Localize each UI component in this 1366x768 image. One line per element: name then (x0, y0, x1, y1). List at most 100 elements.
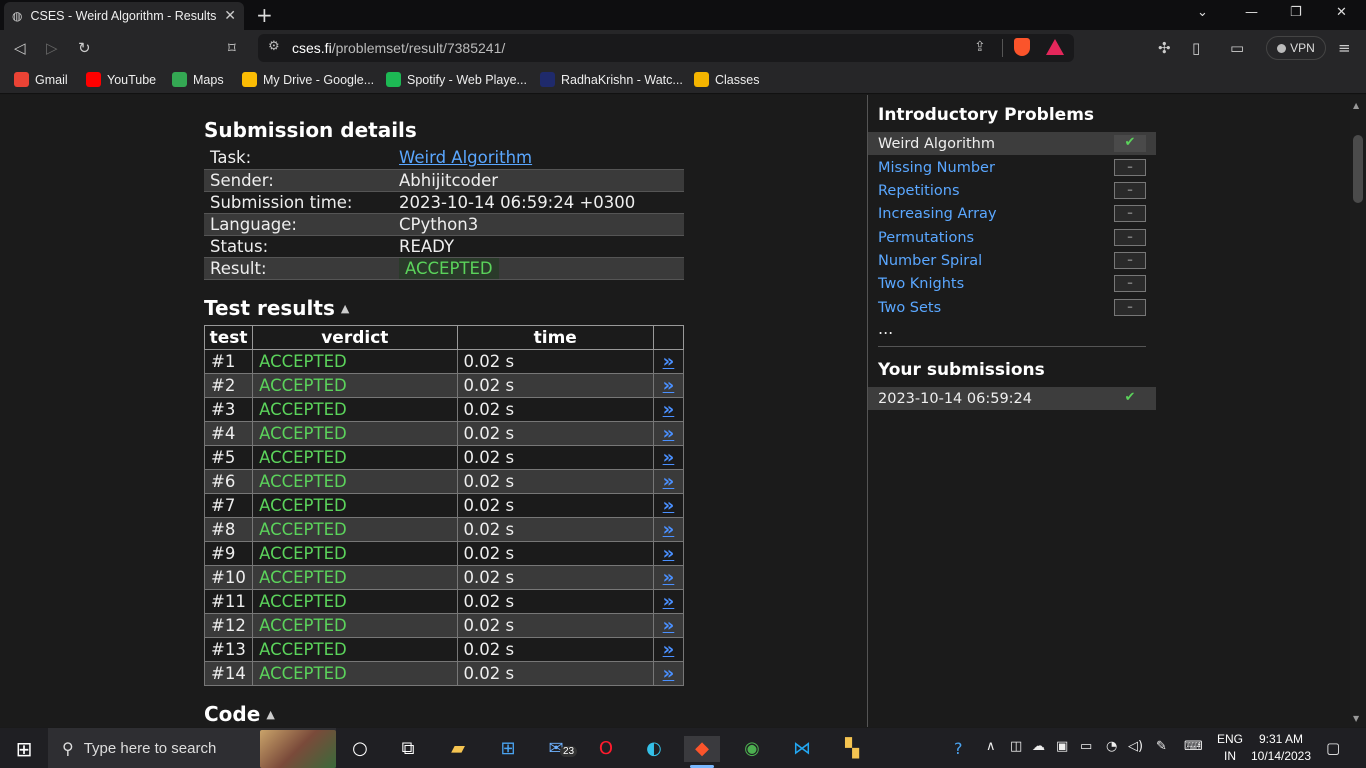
battery-icon[interactable]: ▭ (1080, 739, 1092, 754)
sidebar-problem-item[interactable]: Weird Algorithm ✔ (868, 132, 1156, 155)
share-icon[interactable]: ⇪ (974, 39, 986, 55)
cortana-icon[interactable]: ○ (346, 736, 374, 762)
double-chevron-icon[interactable]: » (663, 591, 675, 612)
code-heading[interactable]: Code ▲ (204, 702, 275, 726)
brave-taskbar-icon[interactable]: ◆ (684, 736, 720, 762)
test-details-link[interactable]: » (652, 421, 685, 446)
problem-name[interactable]: Two Sets (878, 300, 941, 316)
address-bar[interactable]: ⚙ cses.fi/problemset/result/7385241/ ⇪ (258, 34, 1074, 62)
problem-name[interactable]: Missing Number (878, 160, 995, 176)
vpn-button[interactable]: VPN (1266, 36, 1326, 60)
test-details-link[interactable]: » (652, 637, 685, 662)
maximize-icon[interactable]: ❐ (1290, 5, 1302, 20)
double-chevron-icon[interactable]: » (663, 495, 675, 516)
vscode-icon[interactable]: ⋈ (788, 736, 816, 762)
brave-rewards-icon[interactable] (1046, 39, 1064, 55)
test-details-link[interactable]: » (652, 469, 685, 494)
sidebar-toggle-icon[interactable]: ▯ (1192, 38, 1200, 58)
tray-chevron-icon[interactable]: ∧ (986, 739, 996, 754)
folder-icon[interactable]: ▚ (838, 736, 866, 762)
task-view-icon[interactable]: ⧉ (394, 736, 422, 762)
pen-icon[interactable]: ✎ (1156, 739, 1167, 754)
test-details-link[interactable]: » (652, 517, 685, 542)
window-close-icon[interactable]: ✕ (1336, 5, 1347, 20)
forward-icon[interactable]: ▷ (46, 38, 58, 58)
edge-icon[interactable]: ◐ (640, 736, 668, 762)
double-chevron-icon[interactable]: » (663, 519, 675, 540)
double-chevron-icon[interactable]: » (663, 663, 675, 684)
double-chevron-icon[interactable]: » (663, 639, 675, 660)
brave-shields-icon[interactable] (1014, 38, 1030, 56)
task-link[interactable]: Weird Algorithm (399, 148, 532, 167)
test-details-link[interactable]: » (652, 613, 685, 638)
bookmark-item[interactable]: Gmail (14, 72, 68, 87)
double-chevron-icon[interactable]: » (663, 567, 675, 588)
double-chevron-icon[interactable]: » (663, 423, 675, 444)
test-details-link[interactable]: » (652, 397, 685, 422)
submission-time[interactable]: 2023-10-14 06:59:24 (878, 391, 1032, 407)
test-results-heading[interactable]: Test results ▲ (204, 296, 349, 320)
test-details-link[interactable]: » (652, 349, 685, 374)
collapse-triangle-icon[interactable]: ▲ (266, 708, 274, 721)
problem-name[interactable]: Permutations (878, 230, 974, 246)
tab-search-chevron-icon[interactable]: ⌄ (1197, 5, 1208, 20)
double-chevron-icon[interactable]: » (663, 399, 675, 420)
bookmark-icon[interactable]: ⌑ (228, 38, 236, 58)
url-text[interactable]: cses.fi/problemset/result/7385241/ (292, 40, 505, 56)
bookmark-item[interactable]: YouTube (86, 72, 156, 87)
scroll-down-icon[interactable]: ▼ (1353, 714, 1359, 723)
double-chevron-icon[interactable]: » (663, 447, 675, 468)
problem-name[interactable]: Two Knights (878, 276, 964, 292)
test-details-link[interactable]: » (652, 661, 685, 686)
microsoft-store-icon[interactable]: ⊞ (494, 736, 522, 762)
back-icon[interactable]: ◁ (14, 38, 26, 58)
scrollbar-thumb[interactable] (1353, 135, 1363, 203)
wallet-icon[interactable]: ▭ (1230, 38, 1244, 58)
camera-icon[interactable]: ◫ (1010, 739, 1022, 754)
sidebar-problem-item[interactable]: Two Knights – (868, 272, 1156, 295)
opera-icon[interactable]: O (592, 736, 620, 762)
reload-icon[interactable]: ↻ (78, 38, 91, 58)
extensions-icon[interactable]: ✣ (1158, 38, 1171, 58)
bookmark-item[interactable]: RadhaKrishn - Watc... (540, 72, 683, 87)
double-chevron-icon[interactable]: » (663, 471, 675, 492)
input-language[interactable]: ENG IN (1214, 731, 1246, 765)
bookmark-item[interactable]: Classes (694, 72, 759, 87)
page-scrollbar[interactable]: ▲ ▼ (1350, 95, 1366, 727)
volume-icon[interactable]: ◁) (1128, 739, 1143, 754)
tab-close-icon[interactable]: ✕ (224, 8, 236, 24)
scroll-up-icon[interactable]: ▲ (1353, 101, 1359, 110)
clock[interactable]: 9:31 AM 10/14/2023 (1246, 731, 1316, 765)
sidebar-problem-item[interactable]: Number Spiral – (868, 249, 1156, 272)
bookmark-item[interactable]: My Drive - Google... (242, 72, 374, 87)
keyboard-icon[interactable]: ⌨ (1184, 739, 1203, 754)
device-icon[interactable]: ▣ (1056, 739, 1068, 754)
site-info-icon[interactable]: ⚙ (268, 39, 280, 54)
test-details-link[interactable]: » (652, 493, 685, 518)
menu-icon[interactable]: ≡ (1338, 38, 1351, 58)
sidebar-problem-item[interactable]: Two Sets – (868, 296, 1156, 319)
test-details-link[interactable]: » (652, 541, 685, 566)
test-details-link[interactable]: » (652, 373, 685, 398)
problem-name[interactable]: Increasing Array (878, 206, 997, 222)
test-details-link[interactable]: » (652, 589, 685, 614)
double-chevron-icon[interactable]: » (663, 543, 675, 564)
new-tab-button[interactable]: + (256, 4, 273, 26)
sidebar-problem-item[interactable]: Repetitions – (868, 179, 1156, 202)
problem-name[interactable]: Repetitions (878, 183, 960, 199)
test-details-link[interactable]: » (652, 565, 685, 590)
notifications-icon[interactable]: ▢ (1326, 739, 1340, 757)
collapse-triangle-icon[interactable]: ▲ (341, 302, 349, 315)
double-chevron-icon[interactable]: » (663, 351, 675, 372)
submission-item[interactable]: 2023-10-14 06:59:24 ✔ (868, 387, 1156, 410)
bookmark-item[interactable]: Maps (172, 72, 224, 87)
onedrive-icon[interactable]: ☁ (1032, 739, 1045, 754)
test-details-link[interactable]: » (652, 445, 685, 470)
double-chevron-icon[interactable]: » (663, 615, 675, 636)
windows-start-icon[interactable]: ⊞ (10, 736, 38, 762)
taskbar-search-box[interactable]: ⚲ Type here to search (48, 728, 336, 768)
sidebar-problem-item[interactable]: Missing Number – (868, 156, 1156, 179)
sidebar-problem-item[interactable]: Increasing Array – (868, 202, 1156, 225)
problem-name[interactable]: Weird Algorithm (878, 136, 995, 152)
problem-name[interactable]: Number Spiral (878, 253, 982, 269)
